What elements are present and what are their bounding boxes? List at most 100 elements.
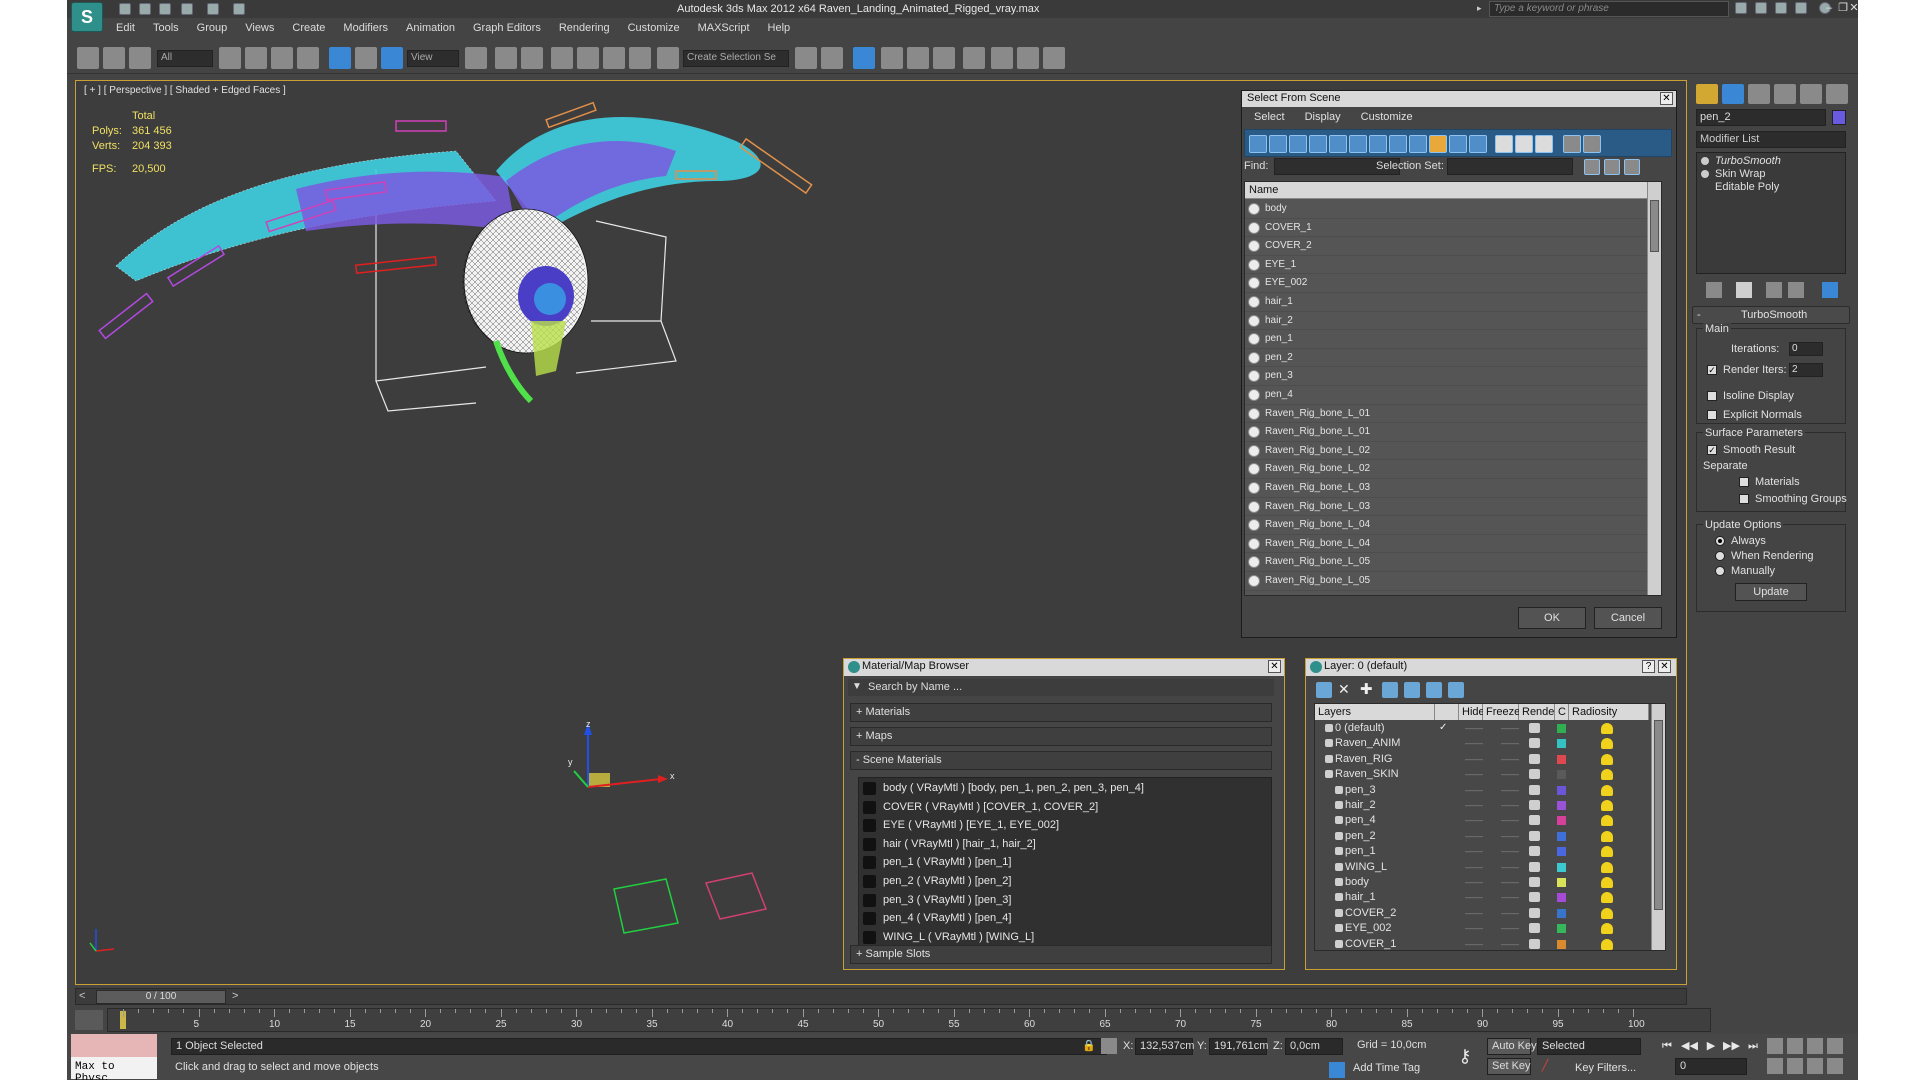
layer-color-swatch[interactable]	[1557, 831, 1566, 841]
layer-help-button[interactable]: ?	[1642, 660, 1655, 673]
menu-animation[interactable]: Animation	[397, 20, 464, 38]
menu-graph-editors[interactable]: Graph Editors	[464, 20, 550, 38]
display-bones-icon[interactable]	[1409, 135, 1427, 153]
scene-object-row[interactable]: pen_4	[1245, 386, 1647, 405]
freeze-toggle[interactable]: ——	[1501, 738, 1519, 748]
display-xrefs-icon[interactable]	[1389, 135, 1407, 153]
zoom-extents-all-icon[interactable]	[1827, 1038, 1843, 1054]
hierarchy-tab-icon[interactable]	[1748, 84, 1770, 104]
menu-create[interactable]: Create	[283, 20, 334, 38]
rendered-frame-window-icon[interactable]	[1017, 47, 1039, 69]
layer-row[interactable]: Raven_RIG —— ——	[1315, 752, 1649, 768]
list-scrollbar[interactable]	[1647, 182, 1661, 595]
layer-row[interactable]: pen_2 —— ——	[1315, 829, 1649, 845]
curve-editor-icon[interactable]	[907, 47, 929, 69]
graphite-modeling-icon[interactable]	[881, 47, 903, 69]
default-in-out-tangent-icon[interactable]: ╱	[1537, 1058, 1553, 1074]
sfs-menu-customize[interactable]: Customize	[1351, 108, 1423, 128]
hide-toggle[interactable]: ——	[1465, 723, 1483, 733]
render-iters-spinner[interactable]: 2	[1789, 363, 1823, 377]
browser-close-icon[interactable]: ✕	[1268, 660, 1281, 673]
select-in-layer-icon[interactable]	[1382, 682, 1398, 698]
freeze-toggle[interactable]: ——	[1501, 939, 1519, 949]
utilities-tab-icon[interactable]	[1826, 84, 1848, 104]
hide-toggle[interactable]: ——	[1465, 892, 1483, 902]
render-toggle-icon[interactable]	[1529, 800, 1540, 810]
scene-material-row[interactable]: pen_1 ( VRayMtl ) [pen_1]	[859, 853, 1271, 872]
layer-scrollbar-thumb[interactable]	[1654, 720, 1663, 910]
freeze-toggle[interactable]: ——	[1501, 846, 1519, 856]
section-sample-slots[interactable]: + Sample Slots	[850, 945, 1272, 964]
scene-material-row[interactable]: hair ( VRayMtl ) [hair_1, hair_2]	[859, 835, 1271, 854]
render-toggle-icon[interactable]	[1529, 923, 1540, 934]
display-invert-icon[interactable]	[1535, 135, 1553, 153]
sfs-menu-display[interactable]: Display	[1295, 108, 1351, 128]
hide-toggle[interactable]: ——	[1465, 831, 1483, 841]
modify-tab-icon[interactable]	[1722, 84, 1744, 104]
mirror-icon[interactable]	[795, 47, 817, 69]
menu-group[interactable]: Group	[188, 20, 237, 38]
move-gizmo[interactable]: z y x	[566, 721, 686, 811]
freeze-toggle[interactable]: ——	[1501, 800, 1519, 810]
motion-tab-icon[interactable]	[1774, 84, 1796, 104]
hide-toggle[interactable]: ——	[1465, 769, 1483, 779]
dialog-close-icon[interactable]: ✕	[1660, 92, 1673, 105]
orbit-icon[interactable]	[1807, 1058, 1823, 1074]
bind-space-warp-icon[interactable]	[129, 47, 151, 69]
layer-row[interactable]: Raven_ANIM —— ——	[1315, 736, 1649, 752]
layer-color-swatch[interactable]	[1557, 893, 1566, 903]
freeze-toggle[interactable]: ——	[1501, 877, 1519, 887]
menu-customize[interactable]: Customize	[619, 20, 689, 38]
layer-row[interactable]: WING_L —— ——	[1315, 860, 1649, 876]
undo-icon[interactable]	[181, 3, 193, 15]
modifier-list-dropdown[interactable]: Modifier List	[1696, 131, 1846, 148]
explicit-normals-checkbox[interactable]	[1707, 410, 1717, 420]
spinner-snap-icon[interactable]	[629, 47, 651, 69]
display-hidden-icon[interactable]	[1469, 135, 1487, 153]
pin-stack-icon[interactable]	[1706, 282, 1722, 298]
section-materials[interactable]: + Materials	[850, 703, 1272, 722]
scene-object-row[interactable]: Raven_Rig_bone_L_01	[1245, 405, 1647, 424]
keyword-search-input[interactable]: Type a keyword or phrase	[1489, 1, 1729, 17]
turbosmooth-bulb-icon[interactable]	[1701, 157, 1709, 165]
scene-object-row[interactable]: COVER_2	[1245, 237, 1647, 256]
render-toggle-icon[interactable]	[1529, 753, 1540, 764]
menu-edit[interactable]: Edit	[107, 20, 144, 38]
layer-row[interactable]: pen_4 —— ——	[1315, 813, 1649, 829]
filter-options-icon[interactable]	[1583, 135, 1601, 153]
scene-object-row[interactable]: Raven_Rig_bone_L_05	[1245, 553, 1647, 572]
scene-material-row[interactable]: body ( VRayMtl ) [body, pen_1, pen_2, pe…	[859, 779, 1271, 798]
previous-key-icon[interactable]: ◀◀	[1681, 1038, 1698, 1054]
scene-material-row[interactable]: pen_3 ( VRayMtl ) [pen_3]	[859, 891, 1271, 910]
zoom-all-icon[interactable]	[1787, 1038, 1803, 1054]
rectangular-selection-icon[interactable]	[271, 47, 293, 69]
hide-all-layers-icon[interactable]	[1426, 682, 1442, 698]
communication-icon[interactable]	[1775, 2, 1787, 14]
column-radiosity[interactable]: Radiosity	[1569, 704, 1649, 720]
application-menu-button[interactable]: S	[71, 2, 103, 32]
hide-toggle[interactable]: ——	[1465, 785, 1483, 795]
maximize-viewport-icon[interactable]	[1827, 1058, 1843, 1074]
freeze-all-layers-icon[interactable]	[1448, 682, 1464, 698]
layer-color-swatch[interactable]	[1557, 924, 1566, 934]
play-icon[interactable]: ▶	[1703, 1038, 1719, 1054]
scene-material-row[interactable]: pen_4 ( VRayMtl ) [pen_4]	[859, 909, 1271, 928]
close-button[interactable]: ✕	[1846, 1, 1858, 16]
freeze-toggle[interactable]: ——	[1501, 769, 1519, 779]
isoline-checkbox[interactable]	[1707, 391, 1717, 401]
layer-color-swatch[interactable]	[1557, 847, 1566, 857]
open-file-icon[interactable]	[139, 3, 151, 15]
display-all-icon[interactable]	[1495, 135, 1513, 153]
select-and-manipulate-icon[interactable]	[495, 47, 517, 69]
angle-snap-icon[interactable]	[577, 47, 599, 69]
selection-set-dropdown[interactable]	[1447, 158, 1573, 175]
layer-row[interactable]: COVER_1 —— ——	[1315, 937, 1649, 950]
select-and-move-icon[interactable]	[329, 47, 351, 69]
smoothing-groups-checkbox[interactable]	[1739, 494, 1749, 504]
skinwrap-bulb-icon[interactable]	[1701, 170, 1709, 178]
select-object-icon[interactable]	[219, 47, 241, 69]
time-slider-thumb[interactable]: 0 / 100	[96, 990, 226, 1004]
select-set-icon[interactable]	[1624, 159, 1640, 175]
keyboard-shortcut-override-icon[interactable]	[521, 47, 543, 69]
select-and-scale-icon[interactable]	[381, 47, 403, 69]
